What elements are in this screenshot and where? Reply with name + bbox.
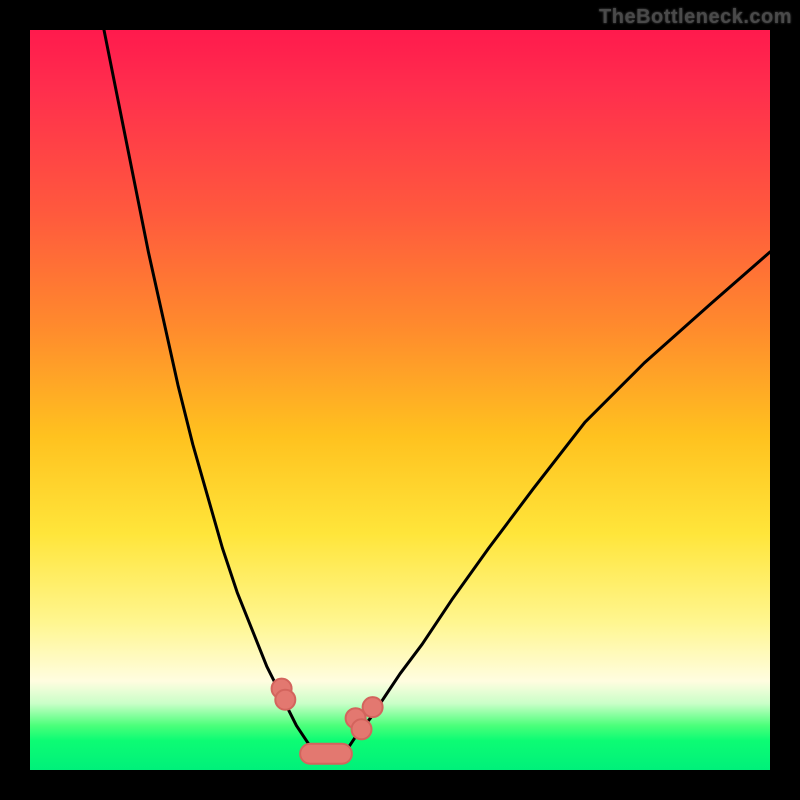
- marker-dot-4: [363, 697, 383, 717]
- plot-area: [30, 30, 770, 770]
- chart-svg: [30, 30, 770, 770]
- watermark-text: TheBottleneck.com: [599, 6, 792, 29]
- marker-dot-1: [275, 690, 295, 710]
- curve-right-branch: [348, 252, 770, 748]
- outer-canvas: TheBottleneck.com: [0, 0, 800, 800]
- curve-left-branch: [104, 30, 311, 748]
- marker-dot-3: [352, 719, 372, 739]
- valley-pill: [300, 744, 352, 764]
